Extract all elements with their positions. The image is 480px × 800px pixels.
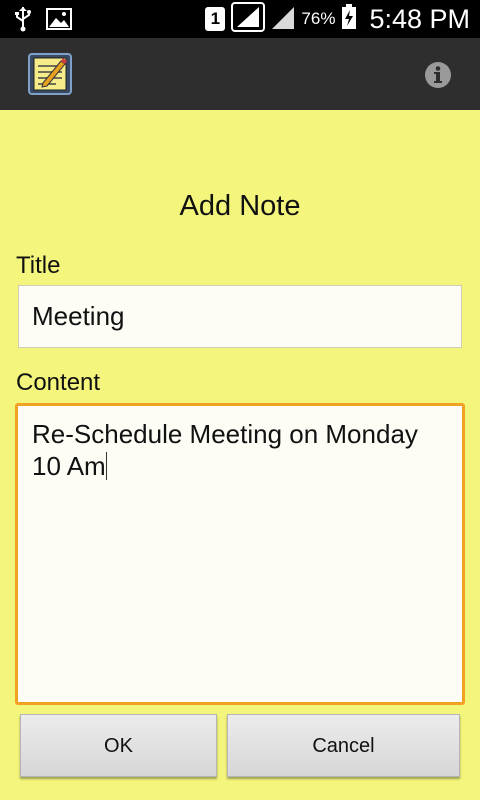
cancel-button[interactable]: Cancel [227,714,460,777]
content-textarea[interactable]: Re-Schedule Meeting on Monday 10 Am [15,403,465,705]
text-cursor [105,452,107,480]
ok-button[interactable]: OK [20,714,217,777]
title-label: Title [16,252,61,279]
status-bar: 1 76% 5:48 PM [0,0,480,38]
content-label: Content [16,369,101,396]
content-text: Re-Schedule Meeting on Monday 10 Am [32,419,418,481]
clock: 5:48 PM [369,3,470,34]
notepad-icon[interactable] [28,53,72,95]
signal-icon [231,1,266,37]
info-icon[interactable] [424,61,452,89]
sim-slot-badge: 1 [205,7,226,31]
signal-icon [271,4,295,35]
battery-charging-icon [341,3,357,35]
action-bar [0,38,480,110]
battery-percentage: 76% [301,9,336,28]
page-title: Add Note [179,190,301,222]
image-icon [46,8,72,35]
usb-icon [14,6,32,37]
title-input[interactable]: Meeting [18,285,462,348]
